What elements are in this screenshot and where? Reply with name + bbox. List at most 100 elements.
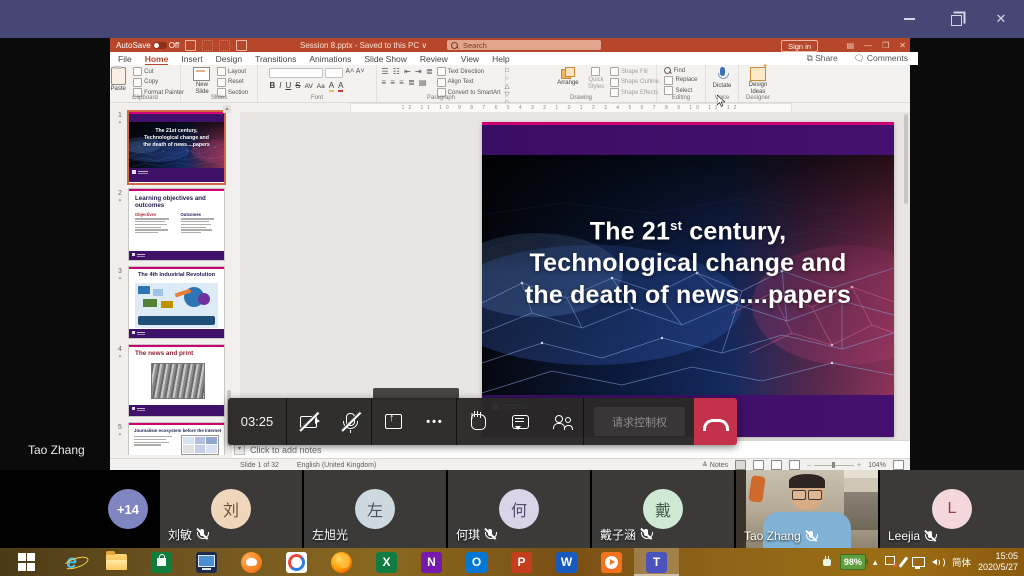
copy-button[interactable]: Copy: [133, 78, 184, 87]
camera-toggle-button[interactable]: [287, 398, 329, 445]
tab-home[interactable]: Home: [145, 54, 169, 64]
tab-animations[interactable]: Animations: [309, 54, 351, 64]
mic-toggle-button[interactable]: [329, 398, 371, 445]
redo-icon[interactable]: [219, 40, 230, 51]
zoom-in-icon[interactable]: +: [857, 462, 861, 469]
tray-overflow-icon[interactable]: ▴: [873, 557, 878, 568]
onenote-icon[interactable]: N: [409, 548, 454, 576]
zoom-track[interactable]: [814, 465, 854, 466]
teams-icon[interactable]: T: [634, 548, 679, 576]
slide-thumbnail-5[interactable]: Journalism ecosystem before the Internet: [128, 422, 225, 455]
ribbon-display-icon[interactable]: ▤: [847, 41, 855, 50]
orange-browser-icon[interactable]: [229, 548, 274, 576]
sign-in-button[interactable]: Sign in: [781, 40, 818, 52]
strikethrough-button[interactable]: S: [295, 81, 300, 90]
hang-up-button[interactable]: [694, 398, 737, 445]
start-button[interactable]: [4, 548, 49, 576]
title-dropdown-icon[interactable]: ∨: [421, 41, 427, 50]
select-button[interactable]: Select: [664, 86, 697, 95]
internet-explorer-icon[interactable]: e: [49, 548, 94, 576]
fit-to-window-icon[interactable]: [893, 460, 904, 470]
battery-indicator[interactable]: 98%: [840, 554, 866, 570]
replace-button[interactable]: Replace: [664, 76, 697, 85]
tab-view[interactable]: View: [461, 54, 479, 64]
current-slide[interactable]: The 21st century, Technological change a…: [482, 122, 894, 437]
text-direction-button[interactable]: Text Direction: [437, 67, 501, 76]
reading-view-icon[interactable]: [771, 460, 782, 470]
notes-collapse-icon[interactable]: ▾: [234, 444, 245, 455]
arrange-button[interactable]: Arrange: [554, 67, 582, 87]
find-button[interactable]: Find: [664, 67, 697, 74]
tab-slide-show[interactable]: Slide Show: [364, 54, 407, 64]
power-plug-icon[interactable]: [821, 556, 833, 568]
media-player-icon[interactable]: [589, 548, 634, 576]
participant-tile[interactable]: 左 左旭光: [304, 470, 446, 548]
align-icons[interactable]: ≡ ≡ ≡ ≣ ▤: [381, 78, 433, 87]
search-input[interactable]: [461, 40, 597, 51]
ppt-close-icon[interactable]: ✕: [899, 41, 906, 50]
shape-effects-button[interactable]: Shape Effects: [610, 88, 659, 97]
slide-thumbnail-2[interactable]: Learning objectives and outcomes Objecti…: [128, 188, 225, 261]
char-spacing-button[interactable]: AV: [305, 83, 313, 90]
layout-button[interactable]: Layout: [217, 67, 248, 76]
slide-thumbnail-1[interactable]: The 21st century, Technological change a…: [127, 110, 226, 185]
network-icon[interactable]: [912, 557, 925, 568]
ppt-minimize-icon[interactable]: —: [864, 41, 872, 50]
share-button[interactable]: ⧉ Share: [807, 53, 838, 64]
participant-tile[interactable]: L Leejia: [880, 470, 1024, 548]
excel-icon[interactable]: X: [364, 548, 409, 576]
overflow-participants-badge[interactable]: +14: [108, 489, 148, 529]
participant-tile[interactable]: 何 何琪: [448, 470, 590, 548]
slide-thumbnail-3[interactable]: The 4th Industrial Revolution: [128, 266, 225, 339]
slide-title-text[interactable]: The 21st century, Technological change a…: [482, 210, 894, 311]
close-icon[interactable]: [978, 0, 1024, 38]
align-text-button[interactable]: Align Text: [437, 78, 501, 87]
font-name-box[interactable]: [269, 68, 323, 78]
slideshow-icon[interactable]: [236, 40, 247, 51]
microsoft-store-icon[interactable]: [139, 548, 184, 576]
clock[interactable]: 15:05 2020/5/27: [978, 551, 1022, 574]
firefox-icon[interactable]: [319, 548, 364, 576]
slideshow-view-icon[interactable]: [789, 460, 800, 470]
outlook-icon[interactable]: O: [454, 548, 499, 576]
bold-button[interactable]: B: [269, 81, 275, 90]
powerpoint-icon[interactable]: P: [499, 548, 544, 576]
dictate-button[interactable]: Dictate: [710, 67, 734, 90]
slide-thumbnail-4[interactable]: The news and print: [128, 344, 225, 417]
pen-input-icon[interactable]: [899, 557, 908, 568]
share-tray-button[interactable]: [372, 398, 414, 445]
font-size-box[interactable]: [325, 68, 343, 78]
language-indicator[interactable]: English (United Kingdom): [297, 462, 376, 469]
zoom-level[interactable]: 104%: [868, 462, 886, 469]
participant-tile[interactable]: 戴 戴子涵: [592, 470, 734, 548]
shapes-gallery[interactable]: □ ○ △ ▽ ◇ ☆ ⌒ { } ↔ ⇦ ◻: [503, 67, 551, 75]
ime-indicator[interactable]: 简体: [952, 555, 971, 569]
tab-insert[interactable]: Insert: [181, 54, 202, 64]
italic-button[interactable]: I: [279, 81, 281, 90]
slide-sorter-view-icon[interactable]: [753, 460, 764, 470]
tab-review[interactable]: Review: [420, 54, 448, 64]
undo-icon[interactable]: [202, 40, 213, 51]
autosave-toggle[interactable]: AutoSave Off: [116, 41, 179, 50]
cloud-drive-icon[interactable]: [274, 548, 319, 576]
shape-outline-button[interactable]: Shape Outline: [610, 78, 659, 87]
underline-button[interactable]: U: [285, 81, 291, 90]
design-ideas-button[interactable]: Design Ideas: [746, 67, 770, 95]
ppt-restore-icon[interactable]: ❐: [882, 41, 889, 50]
search-box[interactable]: [447, 40, 601, 50]
participants-button[interactable]: [541, 398, 583, 445]
raise-hand-button[interactable]: [457, 398, 499, 445]
thumbnail-scroll-up-icon[interactable]: ▲: [223, 105, 231, 113]
tab-file[interactable]: File: [118, 54, 132, 64]
chat-button[interactable]: [499, 398, 541, 445]
reset-button[interactable]: Reset: [217, 78, 248, 87]
shape-fill-button[interactable]: Shape Fill: [610, 67, 659, 76]
font-color-button[interactable]: A: [338, 81, 343, 92]
quick-styles-button[interactable]: Quick Styles: [585, 67, 607, 90]
bullets-numbering-icons[interactable]: ☰ ☷ ⇤ ⇥ ≣: [381, 67, 433, 76]
notes-placeholder[interactable]: Click to add notes: [250, 445, 322, 455]
highlight-button[interactable]: A: [329, 81, 334, 92]
canvas-scrollbar[interactable]: [904, 114, 908, 204]
zoom-out-icon[interactable]: –: [807, 462, 811, 469]
notes-toggle-button[interactable]: ≙ Notes: [702, 461, 728, 469]
